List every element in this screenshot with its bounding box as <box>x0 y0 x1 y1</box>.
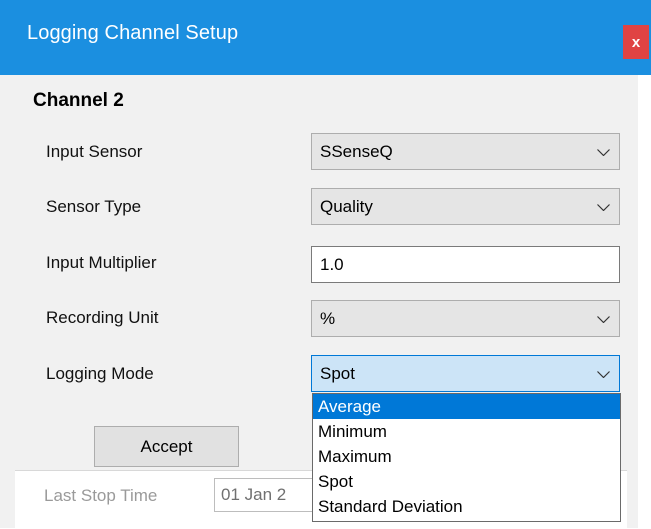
accept-button[interactable]: Accept <box>94 426 239 467</box>
window-title: Logging Channel Setup <box>27 22 239 44</box>
input-sensor-value: SSenseQ <box>320 142 393 161</box>
title-bar: Logging Channel Setup <box>0 0 651 75</box>
input-multiplier-field[interactable] <box>311 246 620 283</box>
last-stop-time-label: Last Stop Time <box>44 486 158 505</box>
sensor-type-value: Quality <box>320 197 373 216</box>
logging-mode-select[interactable]: Spot <box>311 355 620 392</box>
dropdown-option-maximum[interactable]: Maximum <box>313 444 620 469</box>
chevron-down-icon <box>597 371 610 378</box>
logging-mode-dropdown-list: Average Minimum Maximum Spot Standard De… <box>312 393 621 522</box>
last-stop-time-field[interactable]: 01 Jan 2 <box>214 478 314 512</box>
dropdown-option-spot[interactable]: Spot <box>313 469 620 494</box>
recording-unit-select[interactable]: % <box>311 300 620 337</box>
dropdown-option-minimum[interactable]: Minimum <box>313 419 620 444</box>
sensor-type-label: Sensor Type <box>46 197 142 216</box>
chevron-down-icon <box>597 316 610 323</box>
channel-title: Channel 2 <box>33 90 124 111</box>
recording-unit-label: Recording Unit <box>46 308 159 327</box>
sensor-type-select[interactable]: Quality <box>311 188 620 225</box>
input-sensor-label: Input Sensor <box>46 142 143 161</box>
logging-mode-label: Logging Mode <box>46 364 154 383</box>
input-sensor-select[interactable]: SSenseQ <box>311 133 620 170</box>
chevron-down-icon <box>597 149 610 156</box>
logging-mode-value: Spot <box>320 364 355 383</box>
dropdown-option-standard-deviation[interactable]: Standard Deviation <box>313 494 620 519</box>
background-window-edge <box>638 75 651 528</box>
dropdown-option-average[interactable]: Average <box>313 394 620 419</box>
chevron-down-icon <box>597 204 610 211</box>
close-icon: x <box>631 33 641 51</box>
input-multiplier-label: Input Multiplier <box>46 253 157 272</box>
close-button[interactable]: x <box>623 25 649 59</box>
recording-unit-value: % <box>320 309 336 328</box>
